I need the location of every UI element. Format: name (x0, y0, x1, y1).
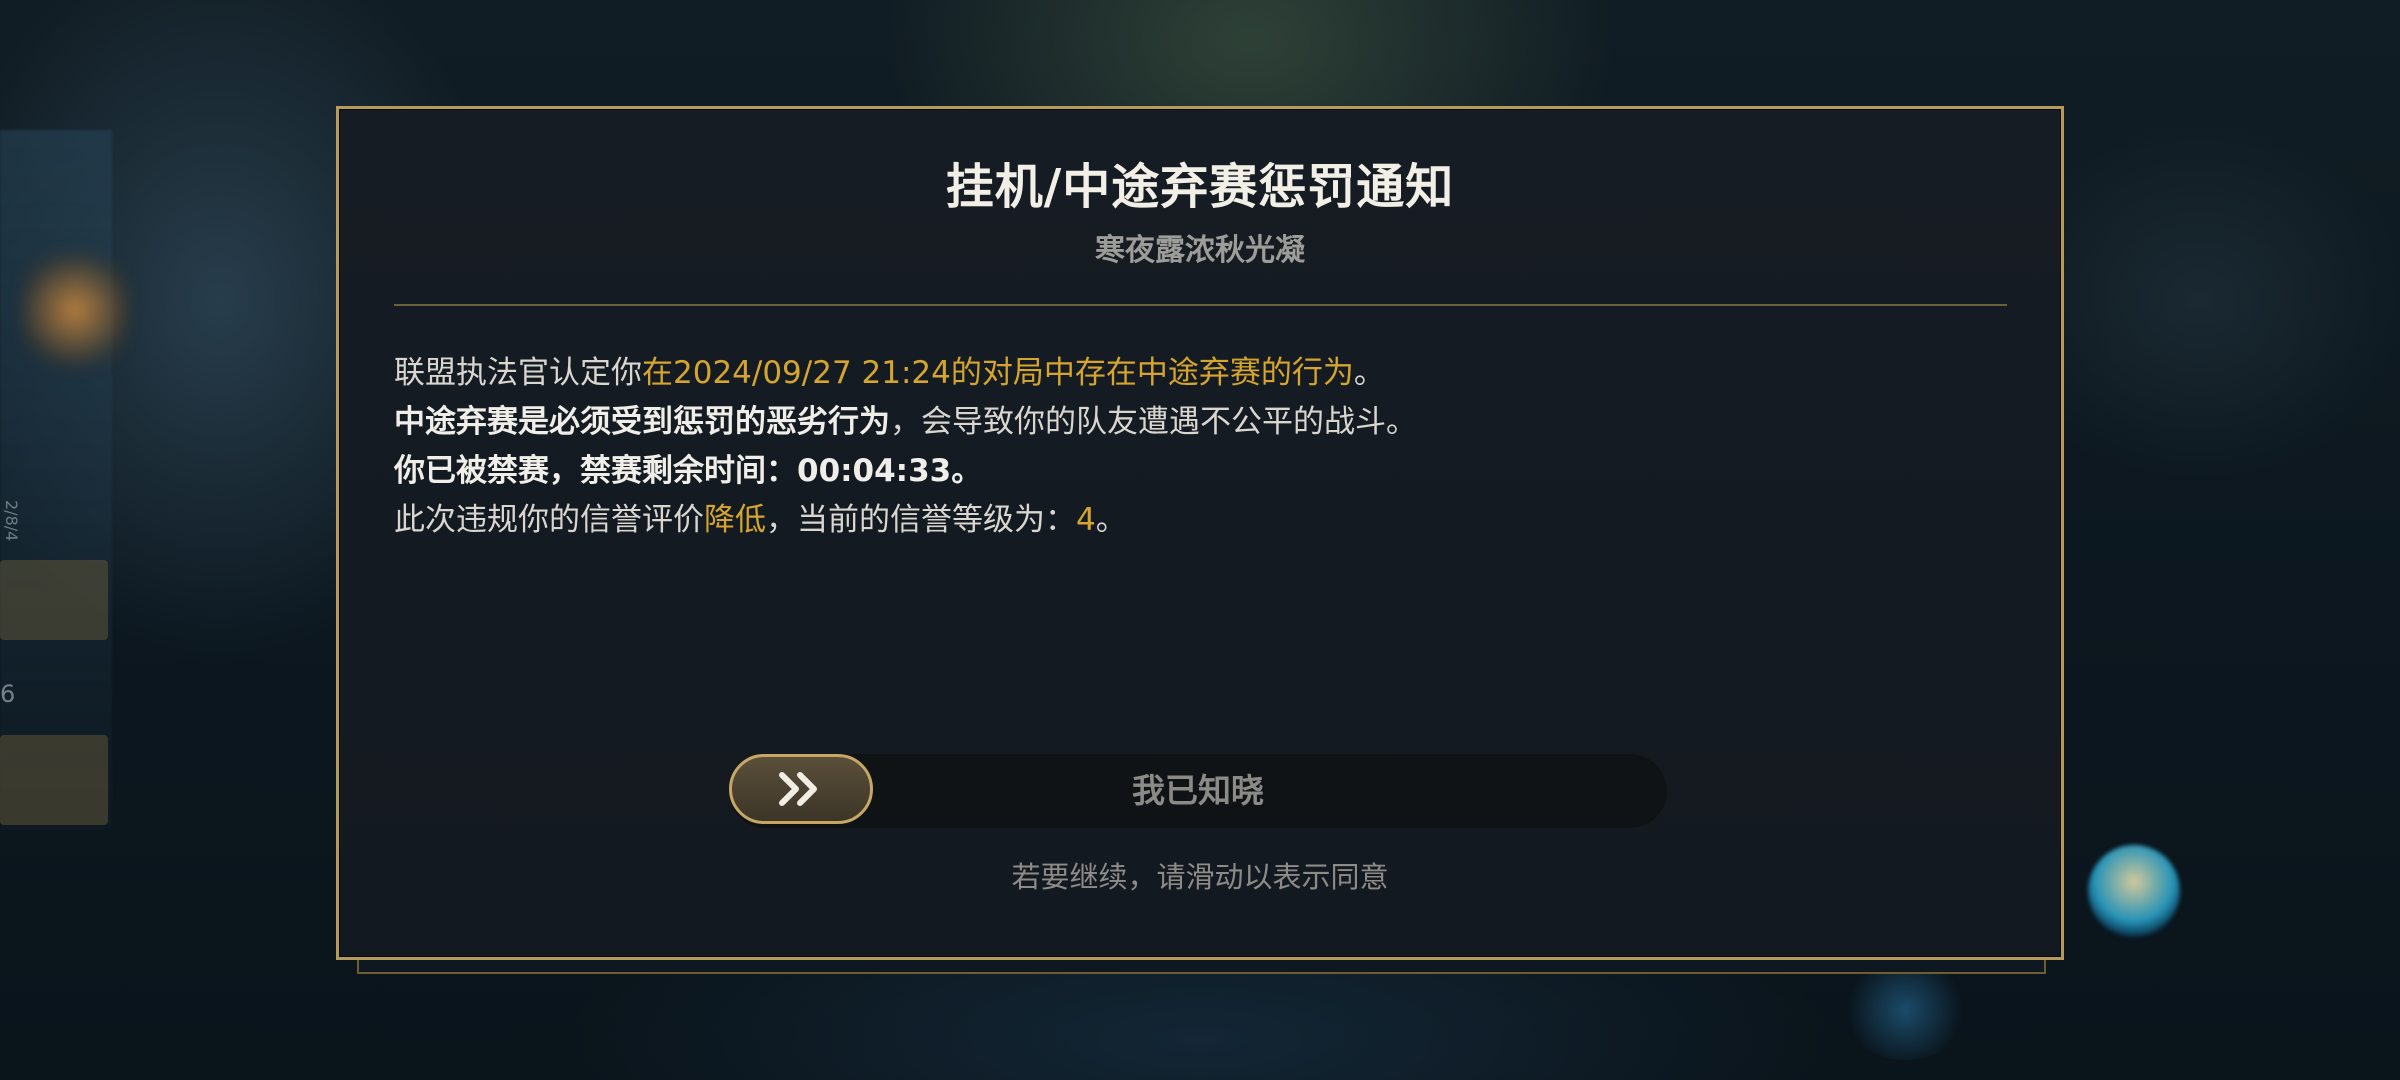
notice-line-warning: 中途弃赛是必须受到惩罚的恶劣行为，会导致你的队友遭遇不公平的战斗。 (394, 398, 1994, 447)
slider-handle[interactable] (729, 754, 873, 824)
notice-text: 。 (1353, 355, 1385, 391)
acknowledge-slider[interactable]: 我已知晓 (729, 754, 1667, 828)
title-divider (394, 304, 2007, 306)
background-blue-glow (1840, 960, 1970, 1060)
ban-remaining-time: 你已被禁赛，禁赛剩余时间：00:04:33。 (394, 453, 983, 489)
notice-text: 此次违规你的信誉评价 (394, 502, 704, 538)
dialog-title: 挂机/中途弃赛惩罚通知 (945, 159, 1455, 215)
notice-line-credit: 此次违规你的信誉评价降低，当前的信誉等级为：4。 (394, 496, 1994, 545)
warning-text: 中途弃赛是必须受到惩罚的恶劣行为 (394, 404, 890, 440)
notice-text: ，会导致你的队友遭遇不公平的战斗。 (890, 404, 1417, 440)
notice-text: ，当前的信誉等级为： (766, 502, 1076, 538)
notice-text: 。 (1095, 502, 1127, 538)
slide-hint: 若要继续，请滑动以表示同意 (1011, 860, 1389, 894)
background-left-card (0, 735, 108, 825)
notice-text: 联盟执法官认定你 (394, 355, 642, 391)
background-warm-glow (20, 250, 130, 370)
notice-line-ban: 你已被禁赛，禁赛剩余时间：00:04:33。 (394, 447, 1994, 496)
violation-detail: 在2024/09/27 21:24的对局中存在中途弃赛的行为 (642, 355, 1354, 391)
dialog-subtitle: 寒夜露浓秋光凝 (1095, 233, 1305, 268)
notice-line-violation: 联盟执法官认定你在2024/09/27 21:24的对局中存在中途弃赛的行为。 (394, 349, 1994, 398)
double-chevron-right-icon (779, 772, 817, 806)
notice-body: 联盟执法官认定你在2024/09/27 21:24的对局中存在中途弃赛的行为。 … (394, 349, 1994, 545)
background-left-card (0, 560, 108, 640)
background-vertical-text: 2/8/4 (2, 500, 21, 542)
credit-change: 降低 (704, 502, 766, 538)
penalty-notice-dialog: 挂机/中途弃赛惩罚通知 寒夜露浓秋光凝 联盟执法官认定你在2024/09/27 … (336, 106, 2064, 960)
credit-level: 4 (1076, 502, 1096, 538)
background-mini-text: 6 (0, 680, 16, 708)
background-left-panel (0, 130, 112, 830)
floating-orb-icon (2088, 845, 2180, 937)
